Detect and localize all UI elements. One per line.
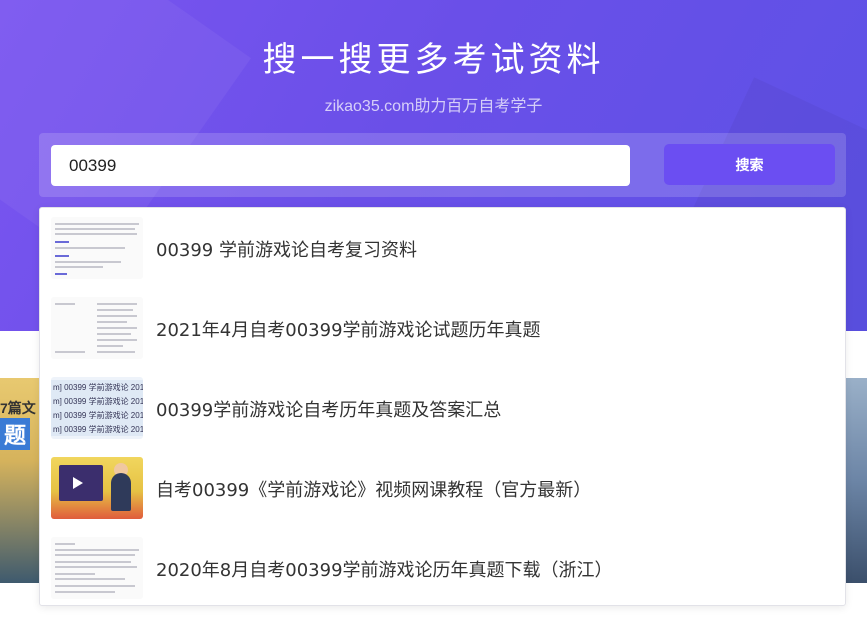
suggestion-title: 00399学前游戏论自考历年真题及答案汇总	[156, 400, 502, 421]
suggestion-title: 自考00399《学前游戏论》视频网课教程（官方最新）	[156, 480, 592, 501]
thumbnail-text: m] 00399 学前游戏论 201610	[53, 425, 143, 434]
suggestion-item[interactable]: 2021年4月自考00399学前游戏论试题历年真题	[40, 288, 845, 368]
carousel-text: 题	[0, 418, 31, 450]
suggestion-title: 2021年4月自考00399学前游戏论试题历年真题	[156, 320, 541, 341]
search-suggestions-dropdown: 00399 学前游戏论自考复习资料 2021年4月自考00399学前游戏论试题历…	[39, 207, 846, 606]
suggestion-title: 2020年8月自考00399学前游戏论历年真题下载（浙江）	[156, 560, 613, 581]
suggestion-title: 00399 学前游戏论自考复习资料	[156, 240, 417, 261]
suggestion-item[interactable]: 2020年8月自考00399学前游戏论历年真题下载（浙江）	[40, 528, 845, 608]
page-title: 搜一搜更多考试资料	[262, 41, 605, 79]
search-button[interactable]: 搜索	[664, 144, 835, 185]
thumbnail-text: m] 00399 学前游戏论 201310	[53, 383, 143, 392]
exam-paper-thumbnail	[51, 297, 143, 359]
suggestion-item[interactable]: m] 00399 学前游戏论 201310 m] 00399 学前游戏论 201…	[40, 368, 845, 448]
video-thumbnail	[51, 457, 143, 519]
search-input[interactable]	[51, 145, 630, 186]
thumbnail-text: m] 00399 学前游戏论 201504	[53, 411, 143, 420]
background-carousel-right[interactable]	[846, 378, 867, 583]
document-thumbnail	[51, 537, 143, 599]
suggestion-item[interactable]: 自考00399《学前游戏论》视频网课教程（官方最新）	[40, 448, 845, 528]
table-list-thumbnail: m] 00399 学前游戏论 201310 m] 00399 学前游戏论 201…	[51, 377, 143, 439]
page-subtitle: zikao35.com助力百万自考学子	[324, 98, 543, 115]
document-thumbnail	[51, 217, 143, 279]
suggestion-item[interactable]: 00399 学前游戏论自考复习资料	[40, 208, 845, 288]
background-carousel-left[interactable]: 7篇文章 题	[0, 378, 39, 583]
play-icon	[73, 477, 83, 489]
thumbnail-text: m] 00399 学前游戏论 201404	[53, 397, 143, 406]
